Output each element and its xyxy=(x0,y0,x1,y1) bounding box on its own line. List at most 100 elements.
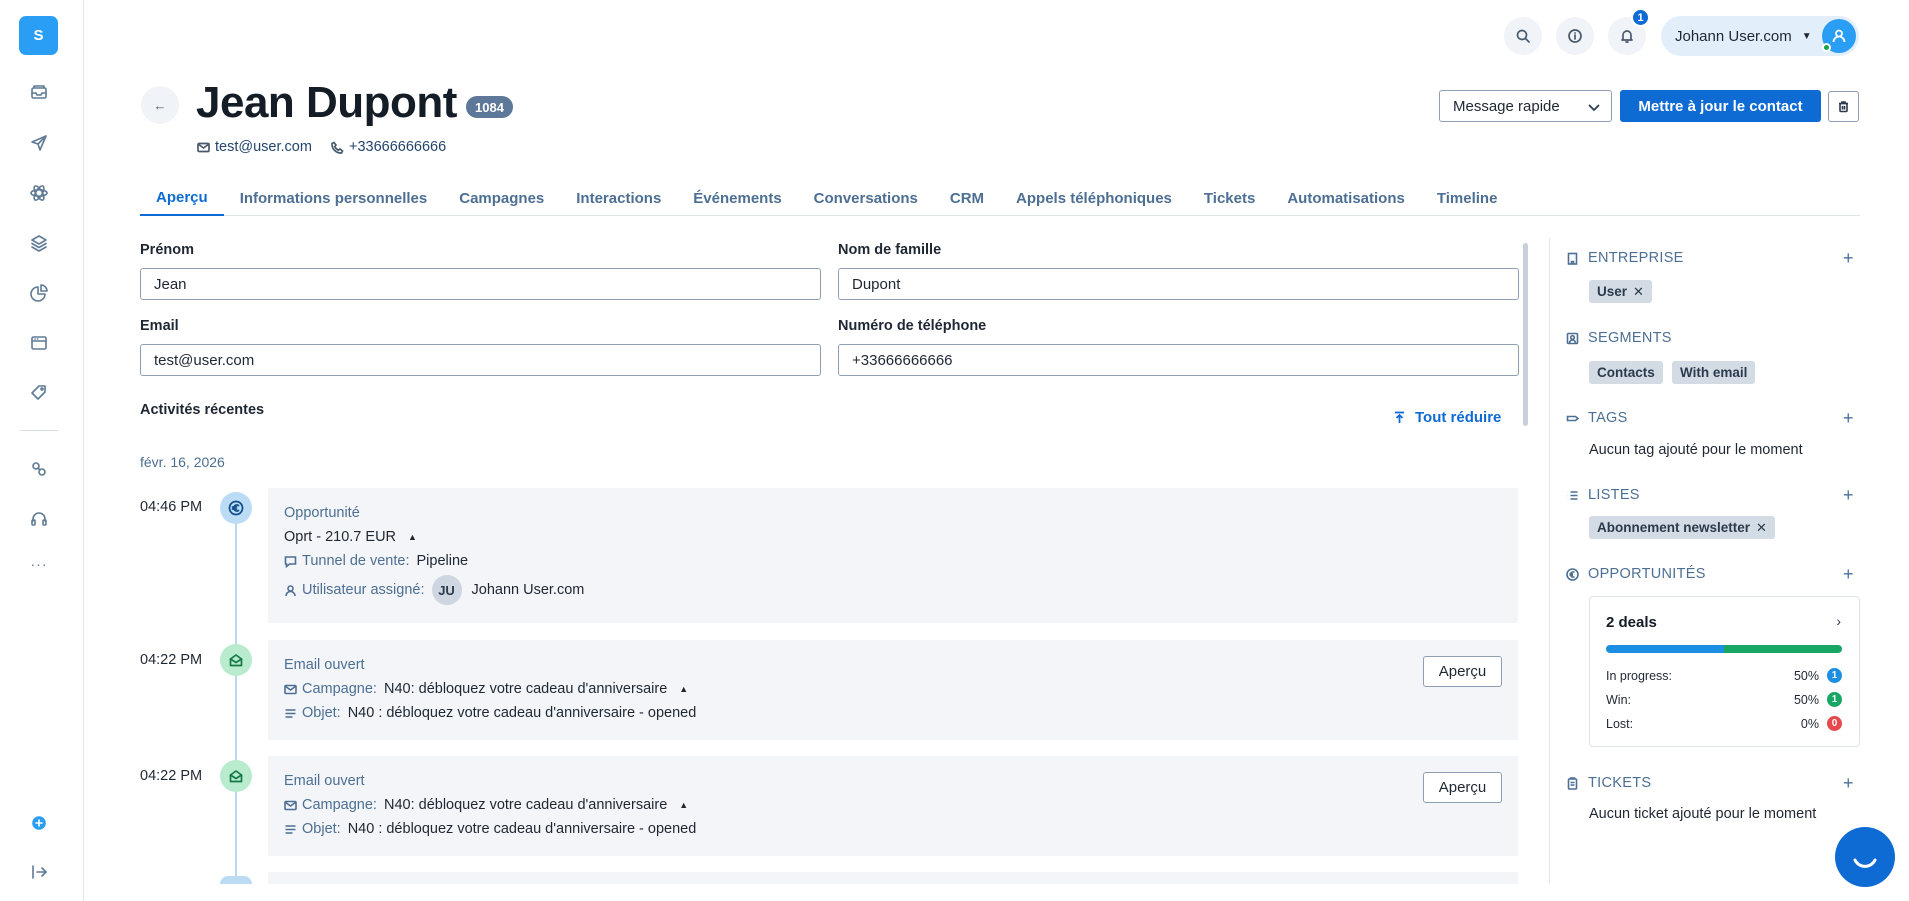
list-icon xyxy=(1567,490,1578,500)
company-title: ENTREPRISE xyxy=(1588,250,1684,266)
tab-conversations[interactable]: Conversations xyxy=(798,180,934,216)
workspace-logo[interactable]: S xyxy=(19,16,58,55)
list-chip-label: Abonnement newsletter xyxy=(1597,520,1751,535)
expand-sidebar-icon[interactable] xyxy=(26,859,52,885)
delete-contact-button[interactable] xyxy=(1828,91,1859,122)
layers-icon[interactable] xyxy=(26,230,52,256)
update-contact-button[interactable]: Mettre à jour le contact xyxy=(1620,90,1821,122)
subject-key: Objet: xyxy=(302,821,341,837)
tab-personal-info[interactable]: Informations personnelles xyxy=(224,180,444,216)
preview-button[interactable]: Aperçu xyxy=(1423,656,1502,687)
send-icon[interactable] xyxy=(26,130,52,156)
tickets-title: TICKETS xyxy=(1588,775,1652,791)
quick-message-select[interactable]: Message rapide xyxy=(1439,90,1612,122)
campaign-key: Campagne: xyxy=(302,797,377,813)
tab-phone-calls[interactable]: Appels téléphoniques xyxy=(1000,180,1188,216)
activity-card-email-opened: Email ouvert Campagne: N40: débloquez vo… xyxy=(268,756,1518,856)
pipeline-key: Tunnel de vente: xyxy=(302,553,410,569)
chevron-right-icon[interactable]: › xyxy=(1836,613,1841,629)
campaign-row[interactable]: Campagne: N40: débloquez votre cadeau d'… xyxy=(284,681,688,697)
add-tag-button[interactable]: + xyxy=(1843,408,1854,429)
more-menu[interactable]: ··· xyxy=(26,556,52,572)
tab-tickets[interactable]: Tickets xyxy=(1188,180,1271,216)
price-tags-icon[interactable] xyxy=(26,380,52,406)
campaign-key: Campagne: xyxy=(302,681,377,697)
contact-phone[interactable]: +33666666666 xyxy=(331,139,446,155)
deal-count-badge: 1 xyxy=(1827,668,1842,683)
add-opportunity-button[interactable]: + xyxy=(1843,564,1854,585)
contact-email[interactable]: test@user.com xyxy=(197,139,312,155)
caret-up-icon[interactable]: ▲ xyxy=(679,800,688,810)
search-button[interactable] xyxy=(1504,17,1542,55)
deal-row-label: In progress: xyxy=(1606,668,1673,683)
opportunity-headline[interactable]: Oprt - 210.7 EUR ▲ xyxy=(284,529,417,545)
mail-icon xyxy=(197,142,210,152)
deal-row-label: Lost: xyxy=(1606,716,1634,731)
window-icon[interactable] xyxy=(26,330,52,356)
chat-widget-button[interactable] xyxy=(1835,827,1895,887)
headset-icon[interactable] xyxy=(26,506,52,532)
quick-message-label: Message rapide xyxy=(1453,97,1560,115)
activity-card-opportunity: Opportunité Oprt - 210.7 EUR ▲ Tunnel de… xyxy=(268,488,1518,623)
integrations-icon[interactable] xyxy=(26,456,52,482)
pie-chart-icon[interactable] xyxy=(26,280,52,306)
tab-timeline[interactable]: Timeline xyxy=(1421,180,1514,216)
deal-row-win: Win: 50% 1 xyxy=(1606,692,1842,707)
back-button[interactable]: ← xyxy=(141,86,179,124)
campaign-row[interactable]: Campagne: N40: débloquez votre cadeau d'… xyxy=(284,797,688,813)
remove-icon[interactable]: ✕ xyxy=(1633,284,1644,300)
help-button[interactable] xyxy=(1556,17,1594,55)
add-ticket-button[interactable]: + xyxy=(1843,773,1854,794)
tickets-empty-state: Aucun ticket ajouté pour le moment xyxy=(1589,806,1817,822)
collapse-all-button[interactable]: Tout réduire xyxy=(1393,409,1501,426)
atom-icon[interactable] xyxy=(26,180,52,206)
list-chip[interactable]: Abonnement newsletter ✕ xyxy=(1589,516,1775,539)
company-chip[interactable]: User ✕ xyxy=(1589,280,1652,303)
contact-tabs: Aperçu Informations personnelles Campagn… xyxy=(140,180,1860,216)
preview-button[interactable]: Aperçu xyxy=(1423,772,1502,803)
text-lines-icon xyxy=(285,824,296,834)
email-field[interactable]: test@user.com xyxy=(140,344,821,376)
chat-icon xyxy=(284,555,297,568)
subject-key: Objet: xyxy=(302,705,341,721)
first-name-field[interactable]: Jean xyxy=(140,268,821,300)
add-circle-icon[interactable] xyxy=(26,810,52,836)
email-label: Email xyxy=(140,318,179,334)
segment-chip[interactable]: With email xyxy=(1672,361,1756,384)
segment-icon xyxy=(1566,332,1579,344)
company-section-header: ENTREPRISE xyxy=(1566,250,1684,266)
add-list-button[interactable]: + xyxy=(1843,485,1854,506)
notifications-button[interactable]: 1 xyxy=(1608,8,1650,55)
last-name-field[interactable]: Dupont xyxy=(838,268,1519,300)
arrow-left-icon: ← xyxy=(153,97,167,113)
activity-time: 04:22 PM xyxy=(140,652,203,668)
assignee-name: Johann User.com xyxy=(471,582,585,598)
subject-row: Objet: N40 : débloquez votre cadeau d'an… xyxy=(284,821,696,837)
tab-interactions[interactable]: Interactions xyxy=(560,180,677,216)
segments-section-header: SEGMENTS xyxy=(1566,330,1672,346)
caret-up-icon[interactable]: ▲ xyxy=(408,532,417,542)
tab-automations[interactable]: Automatisations xyxy=(1271,180,1421,216)
assignee-row: Utilisateur assigné: JU Johann User.com xyxy=(284,575,584,605)
chevron-down-icon xyxy=(1588,104,1600,112)
tags-title: TAGS xyxy=(1588,410,1628,426)
smile-icon xyxy=(1853,858,1877,868)
caret-up-icon[interactable]: ▲ xyxy=(679,684,688,694)
inbox-icon[interactable] xyxy=(26,79,52,105)
segment-chip[interactable]: Contacts xyxy=(1589,361,1663,384)
tab-campaigns[interactable]: Campagnes xyxy=(443,180,560,216)
contact-phone-text: +33666666666 xyxy=(349,139,447,155)
tab-crm[interactable]: CRM xyxy=(934,180,1000,216)
add-company-button[interactable]: + xyxy=(1843,248,1854,269)
activity-time: 04:46 PM xyxy=(140,499,203,515)
timeline-line xyxy=(235,508,237,883)
scrollbar-thumb[interactable] xyxy=(1523,243,1528,426)
online-status-dot xyxy=(1822,43,1831,52)
bell-icon xyxy=(1621,30,1633,43)
tab-events[interactable]: Événements xyxy=(677,180,797,216)
right-panel-divider xyxy=(1549,238,1550,883)
deals-summary-card[interactable]: 2 deals › In progress: 50% 1 Win: 50% 1 … xyxy=(1589,596,1860,747)
remove-icon[interactable]: ✕ xyxy=(1756,520,1767,536)
tab-overview[interactable]: Aperçu xyxy=(140,180,224,216)
phone-field[interactable]: +33666666666 xyxy=(838,344,1519,376)
